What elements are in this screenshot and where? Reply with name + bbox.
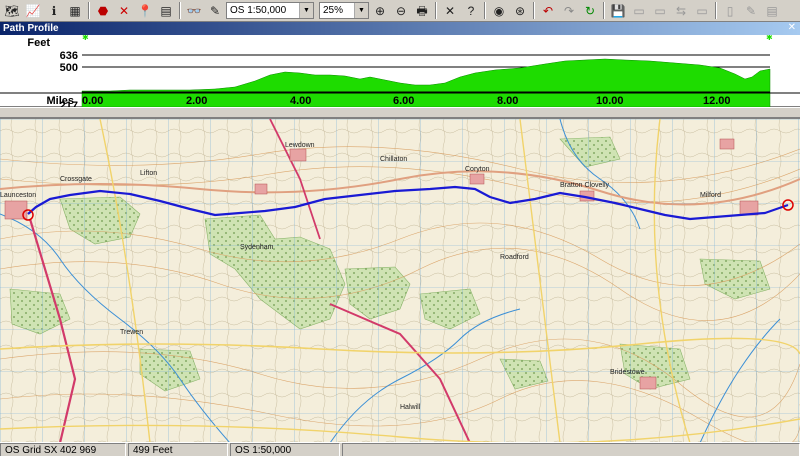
print-icon[interactable]: 🖶 xyxy=(412,1,432,20)
x-tick-2: 2.00 xyxy=(186,95,207,107)
place-label: Crossgate xyxy=(60,176,92,183)
zoom-select[interactable]: 25% ▼ xyxy=(319,2,369,19)
mapping-app: 🗺 📈 ℹ ▦ ⬣ ✕ 📍 ▤ 👓 ✎ OS 1:50,000 ▼ 25% ▼ … xyxy=(0,0,800,456)
info-icon[interactable]: ℹ xyxy=(44,1,64,20)
place-label: Coryton xyxy=(465,166,490,173)
transfer-icon[interactable]: ⇆ xyxy=(671,1,691,20)
x-tick-10: 10.00 xyxy=(596,95,624,107)
export-icon[interactable]: ▭ xyxy=(629,1,649,20)
undo-icon[interactable]: ↶ xyxy=(538,1,558,20)
place-label: Trewen xyxy=(120,329,143,336)
place-label: Chillaton xyxy=(380,156,407,163)
stop-icon[interactable]: ⬣ xyxy=(93,1,113,20)
start-marker-icon: ✱ xyxy=(82,35,89,42)
map-scale-select[interactable]: OS 1:50,000 ▼ xyxy=(226,2,314,19)
edit-icon[interactable]: ✎ xyxy=(741,1,761,20)
place-label: Bratton Clovelly xyxy=(560,182,610,189)
chevron-down-icon: ▼ xyxy=(299,3,313,18)
x-tick-8: 8.00 xyxy=(497,95,518,107)
x-tick-0: 0.00 xyxy=(82,95,103,107)
delete-icon[interactable]: ✕ xyxy=(114,1,134,20)
open-map-icon[interactable]: 🗺 xyxy=(2,1,22,20)
path-profile-panel: Path Profile ✕ Feet 636 500 217 Miles 0.… xyxy=(0,22,800,107)
status-elevation: 499 Feet xyxy=(128,443,228,456)
place-label: Roadford xyxy=(500,254,529,261)
pencil-icon[interactable]: ✎ xyxy=(205,1,225,20)
status-empty xyxy=(342,443,800,456)
zoom-out-icon[interactable]: ⊖ xyxy=(391,1,411,20)
toolbar: 🗺 📈 ℹ ▦ ⬣ ✕ 📍 ▤ 👓 ✎ OS 1:50,000 ▼ 25% ▼ … xyxy=(0,0,800,22)
x-tick-12: 12.00 xyxy=(703,95,731,107)
place-label: Halwill xyxy=(400,404,421,411)
zoom-value: 25% xyxy=(323,5,344,16)
end-marker-icon: ✱ xyxy=(766,35,773,42)
place-label: Launceston xyxy=(0,192,36,199)
waypoint-icon[interactable]: ▦ xyxy=(65,1,85,20)
place-label: Lewdown xyxy=(285,142,315,149)
map-scale-value: OS 1:50,000 xyxy=(230,5,287,16)
save-icon[interactable]: 💾 xyxy=(608,1,628,20)
pin-icon[interactable]: 📍 xyxy=(135,1,155,20)
import-icon[interactable]: ▭ xyxy=(650,1,670,20)
x-unit-label: Miles xyxy=(46,95,74,107)
gps-icon[interactable]: ◉ xyxy=(489,1,509,20)
book-icon[interactable]: ▯ xyxy=(720,1,740,20)
os-grid xyxy=(0,119,800,442)
status-scale: OS 1:50,000 xyxy=(230,443,340,456)
y-tick-636: 636 xyxy=(60,50,78,62)
map-canvas[interactable]: Launceston Crossgate Lifton Lewdown Chil… xyxy=(0,118,800,442)
path-profile-title: Path Profile xyxy=(0,22,800,35)
y-tick-500: 500 xyxy=(60,62,78,74)
cancel-icon[interactable]: ✕ xyxy=(440,1,460,20)
place-label: Sydenham xyxy=(240,244,274,251)
y-unit-label: Feet xyxy=(27,37,50,49)
grid-icon[interactable]: ▤ xyxy=(156,1,176,20)
status-grid-ref: OS Grid SX 402 969 xyxy=(0,443,126,456)
place-label: Bridestowe xyxy=(610,369,645,376)
binoculars-icon[interactable]: 👓 xyxy=(184,1,204,20)
place-label: Lifton xyxy=(140,170,157,177)
close-icon[interactable]: ✕ xyxy=(788,22,796,33)
folder-icon[interactable]: ▭ xyxy=(692,1,712,20)
profile-chart: Feet 636 500 217 Miles 0.00 2.00 4.00 6.… xyxy=(0,35,800,107)
compass-icon[interactable]: ⊛ xyxy=(510,1,530,20)
zoom-in-icon[interactable]: ⊕ xyxy=(370,1,390,20)
x-tick-6: 6.00 xyxy=(393,95,414,107)
refresh-icon[interactable]: ↻ xyxy=(580,1,600,20)
panel-splitter[interactable] xyxy=(0,107,800,118)
status-bar: OS Grid SX 402 969 499 Feet OS 1:50,000 xyxy=(0,442,800,456)
x-tick-4: 4.00 xyxy=(290,95,311,107)
place-label: Milford xyxy=(700,192,721,199)
layers-icon[interactable]: ▤ xyxy=(762,1,782,20)
redo-icon[interactable]: ↷ xyxy=(559,1,579,20)
chevron-down-icon: ▼ xyxy=(354,3,368,18)
graph-icon[interactable]: 📈 xyxy=(23,1,43,20)
help-icon[interactable]: ? xyxy=(461,1,481,20)
map-svg: Launceston Crossgate Lifton Lewdown Chil… xyxy=(0,119,800,442)
